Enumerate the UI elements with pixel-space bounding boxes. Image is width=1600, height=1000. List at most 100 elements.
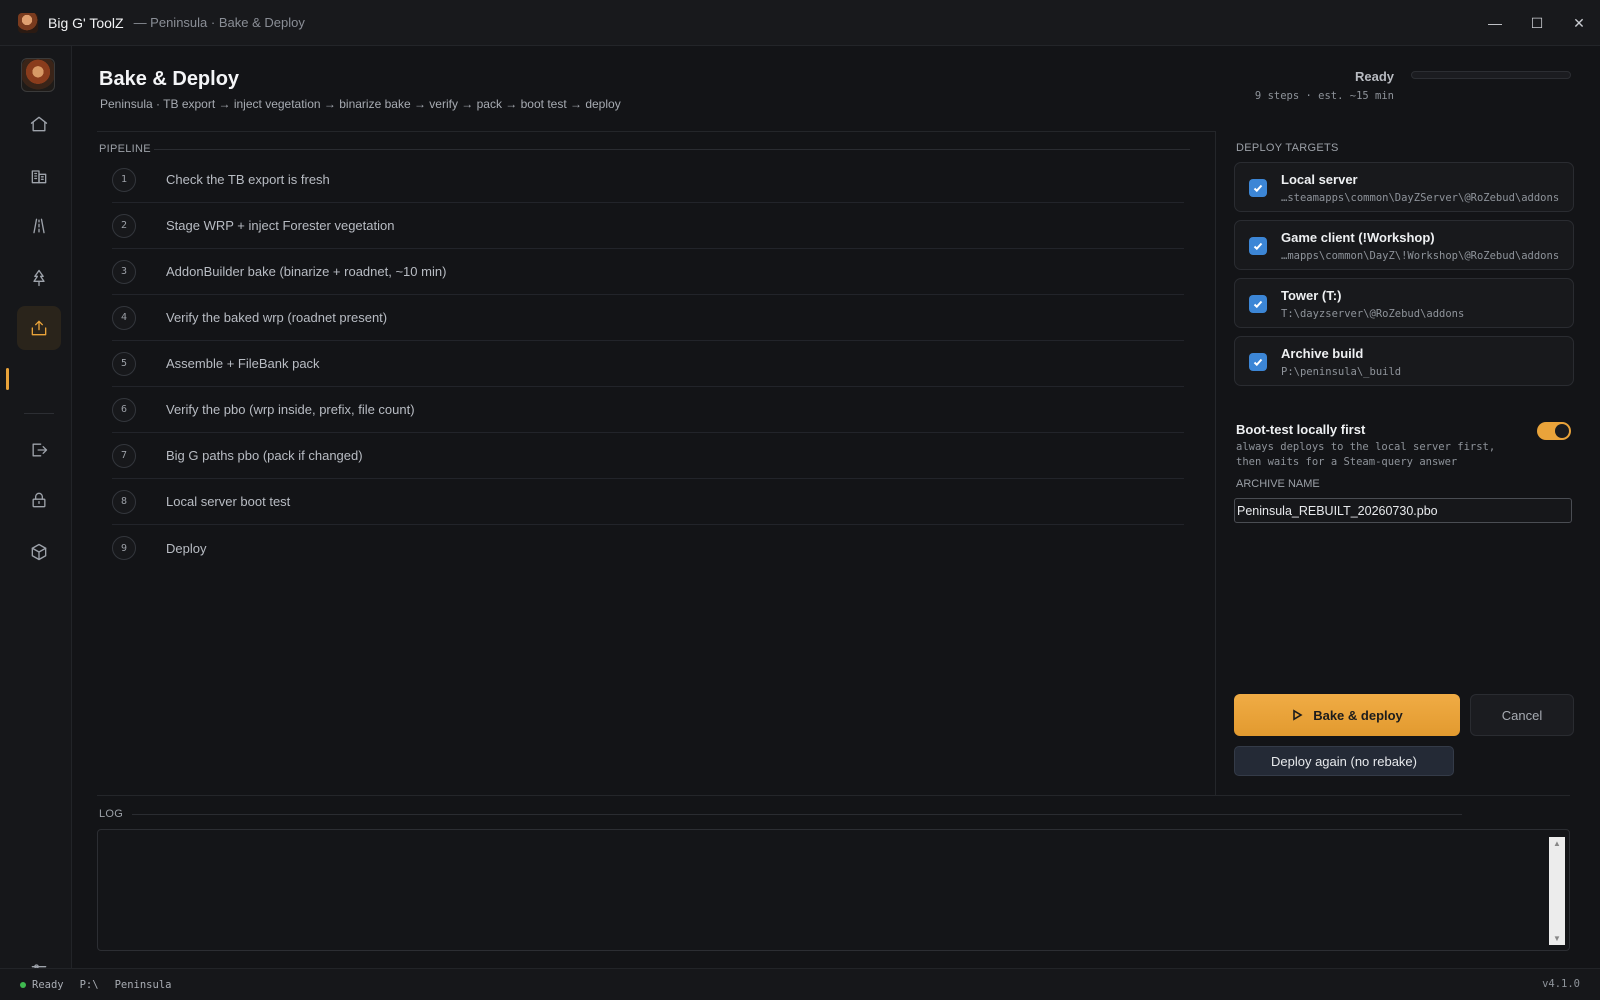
target-local-server[interactable]: Local server …steamapps\common\DayZServe…: [1234, 162, 1574, 212]
check-icon: [1253, 242, 1263, 251]
target-name: Tower (T:): [1281, 288, 1342, 303]
package-icon: [31, 543, 47, 561]
boot-test-description: always deploys to the local server first…: [1236, 440, 1516, 470]
nav-export[interactable]: [17, 428, 61, 472]
toggle-knob: [1555, 424, 1569, 438]
deploy-targets-label: DEPLOY TARGETS: [1236, 142, 1339, 154]
deploy-icon: [31, 320, 47, 336]
nav-deploy[interactable]: [17, 306, 61, 350]
pipeline-label: PIPELINE: [99, 143, 151, 155]
status-text: Ready: [1354, 69, 1394, 84]
pipeline-step: 8 Local server boot test: [112, 479, 1184, 525]
step-label: Stage WRP + inject Forester vegetation: [166, 218, 395, 233]
nav-buildings[interactable]: [17, 154, 61, 198]
target-checkbox[interactable]: [1249, 353, 1267, 371]
minimize-icon: —: [1488, 15, 1502, 31]
tree-icon: [33, 269, 45, 287]
page-title: Bake & Deploy: [99, 68, 240, 90]
nav-separator: [24, 413, 54, 414]
archive-name-input[interactable]: [1234, 498, 1572, 523]
maximize-icon: ☐: [1530, 14, 1544, 31]
nav-lock[interactable]: [17, 478, 61, 522]
step-number: 6: [112, 397, 136, 422]
buildings-icon: [31, 170, 47, 184]
statusbar-drive: P:\: [79, 978, 99, 991]
target-path: P:\peninsula\_build: [1281, 366, 1402, 378]
target-checkbox[interactable]: [1249, 237, 1267, 255]
progress-bar: [1411, 71, 1571, 79]
close-icon: ✕: [1573, 14, 1585, 31]
window-subtitle: — Peninsula · Bake & Deploy: [133, 15, 305, 30]
step-number: 1: [112, 167, 136, 192]
target-archive-build[interactable]: Archive build P:\peninsula\_build: [1234, 336, 1574, 386]
minimize-button[interactable]: —: [1474, 0, 1516, 46]
step-number: 2: [112, 213, 136, 238]
bake-deploy-button[interactable]: Bake & deploy: [1234, 694, 1460, 736]
step-label: Check the TB export is fresh: [166, 172, 330, 187]
pipeline-step: 9 Deploy: [112, 525, 1184, 571]
step-label: Assemble + FileBank pack: [166, 356, 320, 371]
step-label: Verify the baked wrp (roadnet present): [166, 310, 388, 325]
nav-roads[interactable]: [17, 204, 61, 248]
sidebar: [0, 46, 72, 976]
step-label: Big G paths pbo (pack if changed): [166, 448, 363, 463]
step-label: Local server boot test: [166, 494, 291, 509]
window-controls: — ☐ ✕: [1474, 0, 1600, 46]
boot-test-title: Boot-test locally first: [1236, 422, 1366, 437]
check-icon: [1253, 184, 1263, 193]
target-path: …mapps\common\DayZ\!Workshop\@RoZebud\ad…: [1281, 250, 1560, 262]
scroll-down-icon[interactable]: ▼: [1553, 934, 1561, 943]
archive-name-label: ARCHIVE NAME: [1236, 478, 1320, 490]
bake-deploy-label: Bake & deploy: [1313, 707, 1403, 723]
check-icon: [1253, 358, 1263, 367]
target-name: Local server: [1281, 172, 1358, 187]
statusbar-project: Peninsula: [114, 978, 172, 991]
statusbar-status: Ready: [32, 978, 64, 991]
pipeline-step: 2 Stage WRP + inject Forester vegetation: [112, 203, 1184, 249]
target-checkbox[interactable]: [1249, 179, 1267, 197]
nav-package[interactable]: [17, 530, 61, 574]
log-divider: [97, 795, 1570, 796]
status-bar: Ready P:\ Peninsula v4.1.0: [0, 968, 1600, 1000]
target-tower[interactable]: Tower (T:) T:\dayzserver\@RoZebud\addons: [1234, 278, 1574, 328]
home-icon: [30, 116, 48, 132]
log-label: LOG: [99, 808, 124, 820]
step-number: 8: [112, 489, 136, 514]
target-name: Game client (!Workshop): [1281, 230, 1435, 245]
step-number: 7: [112, 443, 136, 468]
title-bar: Big G' ToolZ — Peninsula · Bake & Deploy…: [0, 0, 1600, 46]
step-number: 3: [112, 259, 136, 284]
nav-vegetation[interactable]: [17, 256, 61, 300]
cancel-button[interactable]: Cancel: [1470, 694, 1574, 736]
app-name: Big G' ToolZ: [48, 14, 124, 31]
log-output[interactable]: ▲ ▼: [97, 829, 1570, 951]
pipeline-step: 7 Big G paths pbo (pack if changed): [112, 433, 1184, 479]
status-dot-icon: [20, 981, 26, 988]
panel-divider: [1215, 131, 1216, 795]
boot-test-toggle[interactable]: [1537, 422, 1571, 440]
check-icon: [1253, 300, 1263, 309]
statusbar-version: v4.1.0: [1542, 978, 1580, 990]
scroll-up-icon[interactable]: ▲: [1553, 839, 1561, 848]
deploy-again-button[interactable]: Deploy again (no rebake): [1234, 746, 1454, 776]
nav-home[interactable]: [17, 102, 61, 146]
header-divider: [97, 131, 1215, 132]
page-subtitle: Peninsula · TB export → inject vegetatio…: [100, 97, 621, 111]
pipeline-step: 6 Verify the pbo (wrp inside, prefix, fi…: [112, 387, 1184, 433]
target-path: …steamapps\common\DayZServer\@RoZebud\ad…: [1281, 192, 1560, 204]
log-scrollbar[interactable]: ▲ ▼: [1549, 837, 1565, 945]
target-name: Archive build: [1281, 346, 1364, 361]
avatar[interactable]: [21, 58, 55, 92]
step-number: 4: [112, 305, 136, 330]
road-icon: [33, 218, 45, 234]
step-label: AddonBuilder bake (binarize + roadnet, ~…: [166, 264, 447, 279]
step-number: 9: [112, 536, 136, 560]
lock-icon: [32, 492, 46, 508]
close-button[interactable]: ✕: [1558, 0, 1600, 46]
pipeline-step: 4 Verify the baked wrp (roadnet present): [112, 295, 1184, 341]
pipeline-step: 3 AddonBuilder bake (binarize + roadnet,…: [112, 249, 1184, 295]
boot-test-desc-line: always deploys to the local server first…: [1236, 441, 1496, 453]
target-checkbox[interactable]: [1249, 295, 1267, 313]
maximize-button[interactable]: ☐: [1516, 0, 1558, 46]
target-game-client[interactable]: Game client (!Workshop) …mapps\common\Da…: [1234, 220, 1574, 270]
